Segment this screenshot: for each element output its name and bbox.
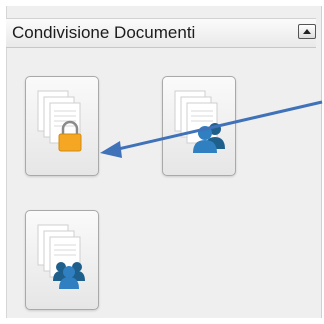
document-users-icon <box>173 89 227 163</box>
share-locked-document-button[interactable] <box>25 76 99 176</box>
collapse-button[interactable] <box>298 24 316 39</box>
panel-title: Condivisione Documenti <box>12 23 196 42</box>
triangle-up-icon <box>303 29 311 34</box>
share-with-users-button[interactable] <box>162 76 236 176</box>
document-lock-icon <box>36 89 90 163</box>
share-with-group-button[interactable] <box>25 210 99 310</box>
document-group-icon <box>36 223 90 297</box>
panel-header: Condivisione Documenti <box>6 18 316 48</box>
